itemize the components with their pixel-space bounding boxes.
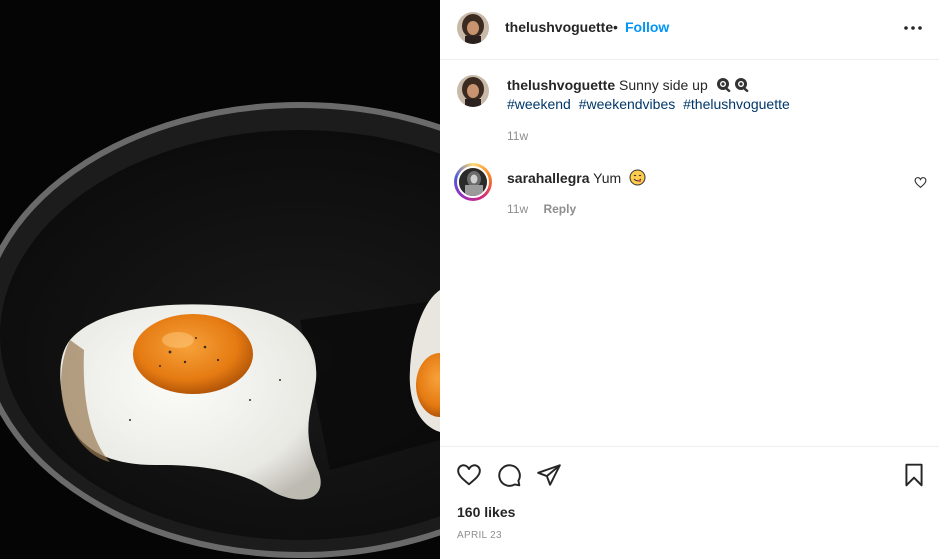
post-details-panel: thelushvoguette • Follow thelushvoguette… [440, 0, 939, 559]
hashtag-link[interactable]: #weekend [507, 96, 571, 112]
author-avatar[interactable] [457, 12, 489, 44]
caption-author-avatar[interactable] [457, 75, 489, 107]
share-icon[interactable] [536, 462, 562, 488]
caption-username[interactable]: thelushvoguette [507, 77, 615, 93]
separator-dot: • [613, 19, 618, 35]
hashtag-link[interactable]: #thelushvoguette [683, 96, 790, 112]
author-username[interactable]: thelushvoguette [505, 19, 613, 35]
caption: thelushvoguette Sunny side up [507, 77, 751, 96]
more-horizontal-icon[interactable] [902, 17, 924, 39]
heart-icon[interactable] [456, 462, 482, 488]
post-header: thelushvoguette • Follow [440, 0, 939, 60]
action-bar: 160 likes APRIL 23 [440, 446, 939, 559]
hashtag-link[interactable]: #weekendvibes [579, 96, 676, 112]
comment-username[interactable]: sarahallegra [507, 170, 590, 186]
post-image[interactable] [0, 0, 440, 559]
fried-egg-photo [0, 0, 440, 559]
follow-button[interactable]: Follow [625, 19, 669, 35]
fried-egg-emoji-icon [716, 77, 733, 96]
fried-egg-emoji-icon [734, 77, 751, 96]
yum-face-emoji-icon [629, 169, 646, 189]
comment-icon[interactable] [496, 462, 522, 488]
reply-button[interactable]: Reply [543, 202, 576, 216]
comment-text: Yum [593, 170, 622, 186]
caption-timestamp[interactable]: 11w [507, 129, 528, 143]
like-count[interactable]: 160 likes [457, 504, 515, 520]
heart-icon[interactable] [914, 176, 927, 189]
comment: sarahallegra Yum [507, 169, 646, 189]
caption-text: Sunny side up [619, 77, 708, 93]
post-date[interactable]: APRIL 23 [457, 530, 502, 541]
commenter-avatar[interactable] [457, 166, 489, 198]
comment-timestamp[interactable]: 11w [507, 202, 528, 216]
bookmark-icon[interactable] [901, 462, 927, 488]
comment-meta: 11w Reply [507, 202, 576, 216]
hashtags: #weekend #weekendvibes #thelushvoguette [507, 96, 794, 112]
